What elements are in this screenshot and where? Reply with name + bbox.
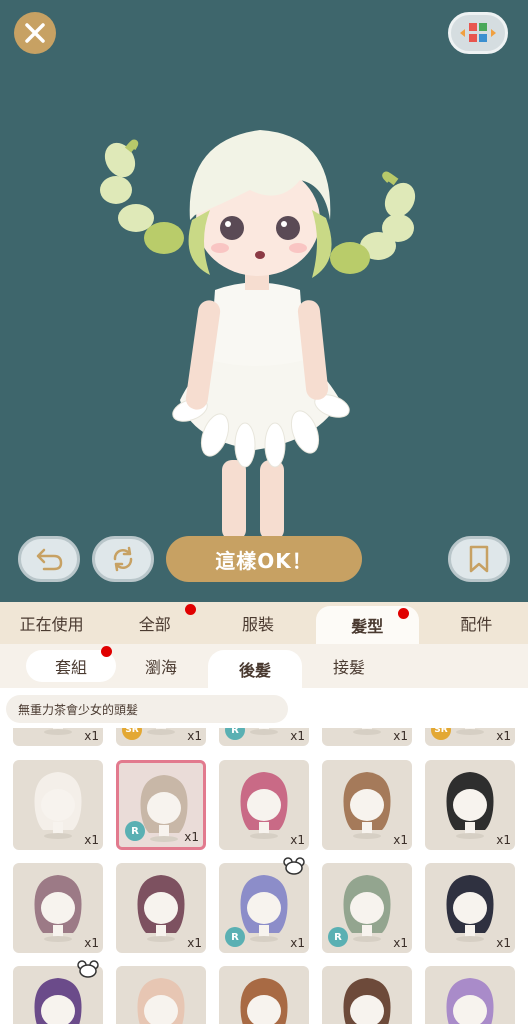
hair-thumbnail: [343, 978, 391, 1024]
rarity-badge: R: [225, 927, 245, 947]
hair-item-card[interactable]: [116, 966, 206, 1024]
tab-4[interactable]: 配件: [425, 602, 528, 644]
hair-item-card[interactable]: x1: [13, 760, 103, 850]
tab-3[interactable]: 髮型: [315, 606, 419, 644]
hair-item-card[interactable]: x1: [322, 760, 412, 850]
notification-dot: [185, 604, 197, 615]
rarity-badge: R: [328, 927, 348, 947]
hair-item-card[interactable]: x1: [425, 760, 515, 850]
hair-item-card[interactable]: Rx1: [219, 857, 309, 953]
bear-icon: [283, 857, 305, 875]
subtab-3[interactable]: 接髮: [302, 650, 396, 682]
bear-icon: [77, 960, 99, 978]
item-grid: x1 SR x1 Rx1 x1 SR x1 x1 Rx1 x1 x1 x1 x1 x1 Rx1 Rx1 x1: [0, 728, 528, 1024]
bookmark-icon: [469, 545, 489, 573]
hair-item-card[interactable]: [13, 960, 103, 1024]
confirm-outfit-button[interactable]: 這樣OK！: [166, 536, 362, 582]
subtab-1[interactable]: 瀏海: [114, 650, 208, 682]
item-quantity: x1: [290, 729, 305, 743]
notification-dot: [101, 646, 112, 657]
hair-item-card[interactable]: [322, 966, 412, 1024]
hair-item-card[interactable]: [425, 966, 515, 1024]
subcategory-tabs: 套組 瀏海 後髮 接髮: [0, 644, 528, 688]
hair-item-card[interactable]: x1: [322, 728, 412, 746]
grid-arrows-icon: [460, 23, 496, 42]
layout-toggle-button[interactable]: [448, 12, 508, 54]
subtab-label: 套組: [54, 658, 87, 677]
hair-item-card[interactable]: x1: [13, 863, 103, 953]
confirm-outfit-label: 這樣OK！: [215, 548, 313, 573]
close-icon: [25, 23, 45, 43]
item-quantity: x1: [393, 833, 408, 847]
tab-label: 髮型: [351, 617, 384, 636]
undo-icon: [36, 548, 63, 571]
hair-item-card[interactable]: Rx1: [322, 863, 412, 953]
hair-item-card[interactable]: x1: [425, 863, 515, 953]
tab-label: 全部: [138, 615, 171, 634]
hair-item-card[interactable]: Rx1: [116, 760, 206, 850]
avatar-stage: 這樣OK！: [0, 0, 528, 602]
hair-item-card[interactable]: SR x1: [425, 728, 515, 746]
item-quantity: x1: [290, 833, 305, 847]
item-quantity: x1: [496, 936, 511, 950]
tab-label: 服裝: [242, 615, 275, 634]
item-quantity: x1: [290, 936, 305, 950]
hair-item-card[interactable]: x1: [219, 760, 309, 850]
item-title: 無重力茶會少女的頭髮: [6, 695, 288, 723]
tab-2[interactable]: 服裝: [206, 602, 309, 644]
hair-item-card[interactable]: [219, 966, 309, 1024]
item-quantity: x1: [187, 729, 202, 743]
item-quantity: x1: [393, 936, 408, 950]
item-quantity: x1: [84, 833, 99, 847]
close-button[interactable]: [14, 12, 56, 54]
item-quantity: x1: [84, 729, 99, 743]
undo-button[interactable]: [18, 536, 80, 582]
hair-thumbnail: [446, 978, 494, 1024]
avatar-character: [100, 130, 416, 540]
tab-label: 配件: [460, 615, 493, 634]
hair-item-card[interactable]: SR x1: [116, 728, 206, 746]
hair-item-card[interactable]: x1: [116, 863, 206, 953]
item-quantity: x1: [496, 833, 511, 847]
item-quantity: x1: [187, 936, 202, 950]
refresh-icon: [113, 546, 133, 572]
randomize-button[interactable]: [92, 536, 154, 582]
item-quantity: x1: [184, 830, 199, 844]
item-quantity: x1: [84, 936, 99, 950]
notification-dot: [397, 608, 409, 619]
item-quantity: x1: [393, 729, 408, 743]
hair-item-card[interactable]: x1: [13, 728, 103, 746]
hair-item-card[interactable]: Rx1: [219, 728, 309, 746]
item-quantity: x1: [496, 729, 511, 743]
hair-thumbnail: [137, 978, 185, 1024]
tab-label: 正在使用: [19, 615, 84, 634]
tab-1[interactable]: 全部: [103, 602, 206, 644]
bookmark-button[interactable]: [448, 536, 510, 582]
subtab-0[interactable]: 套組: [26, 646, 116, 682]
subtab-label: 後髮: [238, 661, 271, 680]
subtab-label: 接髮: [332, 658, 365, 677]
rarity-badge: R: [125, 821, 145, 841]
tab-0[interactable]: 正在使用: [0, 602, 103, 644]
subtab-2[interactable]: 後髮: [208, 650, 302, 688]
hair-thumbnail: [240, 978, 288, 1024]
subtab-label: 瀏海: [144, 658, 177, 677]
category-tabs: 正在使用 全部 服裝 髮型 配件: [0, 602, 528, 644]
item-title-bar: 無重力茶會少女的頭髮: [0, 688, 528, 728]
